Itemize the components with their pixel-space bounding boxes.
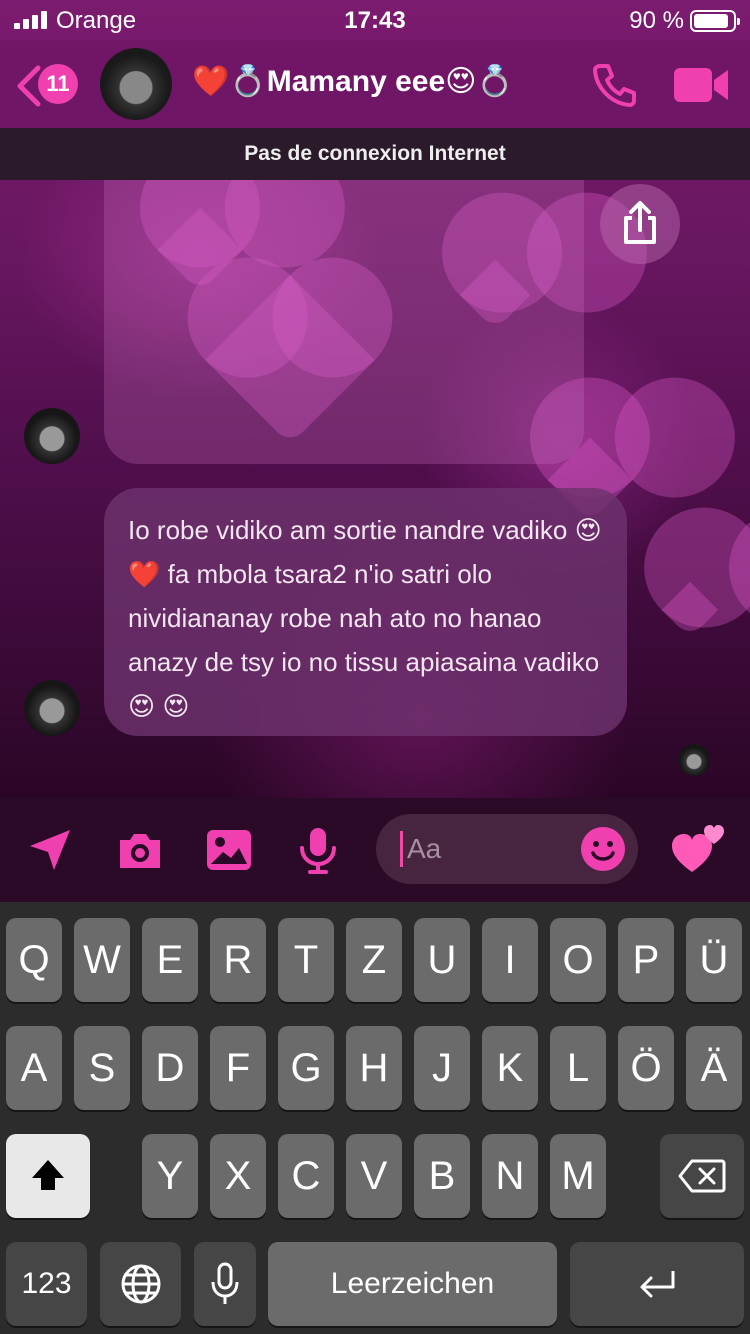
key-o[interactable]: O [550, 918, 606, 1002]
key-q[interactable]: Q [6, 918, 62, 1002]
return-icon [640, 1271, 675, 1298]
back-button[interactable]: 11 [14, 60, 84, 107]
backspace-key[interactable] [660, 1134, 744, 1218]
key-j[interactable]: J [414, 1026, 470, 1110]
message-text: Io robe vidiko am sortie nandre vadiko 😍… [128, 515, 602, 721]
key-g[interactable]: G [278, 1026, 334, 1110]
key-z[interactable]: Z [346, 918, 402, 1002]
key-v[interactable]: V [346, 1134, 402, 1218]
key-ä[interactable]: Ä [686, 1026, 742, 1110]
contact-avatar[interactable] [100, 48, 172, 120]
phone-icon[interactable] [590, 60, 640, 110]
key-k[interactable]: K [482, 1026, 538, 1110]
key-u[interactable]: U [414, 918, 470, 1002]
key-l[interactable]: L [550, 1026, 606, 1110]
message-input[interactable] [400, 831, 560, 867]
sender-avatar[interactable] [24, 680, 80, 736]
key-t[interactable]: T [278, 918, 334, 1002]
microphone-icon[interactable] [294, 826, 342, 874]
battery-percent: 90 % [629, 7, 684, 34]
share-icon [624, 201, 656, 244]
key-b[interactable]: B [414, 1134, 470, 1218]
smiley-icon[interactable] [580, 826, 626, 872]
key-a[interactable]: A [6, 1026, 62, 1110]
space-key[interactable]: Leerzeichen [268, 1242, 557, 1326]
location-arrow-icon[interactable] [26, 826, 74, 874]
contact-name[interactable]: ❤️💍Mamany eee😍💍 [192, 64, 514, 99]
sender-avatar[interactable] [24, 408, 80, 464]
message-input-container[interactable] [376, 814, 638, 884]
backspace-icon [678, 1159, 726, 1193]
key-c[interactable]: C [278, 1134, 334, 1218]
read-receipt-avatar [678, 744, 710, 776]
key-n[interactable]: N [482, 1134, 538, 1218]
hearts-icon[interactable] [670, 820, 726, 876]
key-p[interactable]: P [618, 918, 674, 1002]
key-x[interactable]: X [210, 1134, 266, 1218]
chat-header: 11 ❤️💍Mamany eee😍💍 [0, 40, 750, 128]
keyboard: QWERTZUIOPÜ ASDFGHJKLÖÄ YXCVBNM 123 Leer… [0, 902, 750, 1334]
key-d[interactable]: D [142, 1026, 198, 1110]
battery-icon [690, 10, 740, 32]
key-f[interactable]: F [210, 1026, 266, 1110]
share-button[interactable] [600, 184, 680, 264]
key-m[interactable]: M [550, 1134, 606, 1218]
video-camera-icon[interactable] [672, 64, 730, 106]
numbers-key[interactable]: 123 [6, 1242, 87, 1326]
key-ü[interactable]: Ü [686, 918, 742, 1002]
key-e[interactable]: E [142, 918, 198, 1002]
globe-icon [121, 1264, 160, 1304]
key-y[interactable]: Y [142, 1134, 198, 1218]
offline-banner: Pas de connexion Internet [0, 128, 750, 180]
globe-key[interactable] [100, 1242, 181, 1326]
message-composer [0, 798, 750, 902]
key-ö[interactable]: Ö [618, 1026, 674, 1110]
shift-icon [32, 1160, 64, 1190]
key-r[interactable]: R [210, 918, 266, 1002]
dictation-key[interactable] [194, 1242, 256, 1326]
media-message[interactable] [104, 180, 584, 464]
status-bar: Orange 17:43 90 % [0, 0, 750, 40]
key-s[interactable]: S [74, 1026, 130, 1110]
camera-icon[interactable] [116, 826, 164, 874]
microphone-icon [211, 1262, 239, 1304]
heart-decoration [661, 581, 719, 639]
key-w[interactable]: W [74, 918, 130, 1002]
shift-key[interactable] [6, 1134, 90, 1218]
key-h[interactable]: H [346, 1026, 402, 1110]
image-icon[interactable] [205, 826, 253, 874]
incoming-message-bubble[interactable]: Io robe vidiko am sortie nandre vadiko 😍… [104, 488, 627, 736]
return-key[interactable] [570, 1242, 744, 1326]
unread-count-badge: 11 [38, 64, 78, 104]
key-i[interactable]: I [482, 918, 538, 1002]
